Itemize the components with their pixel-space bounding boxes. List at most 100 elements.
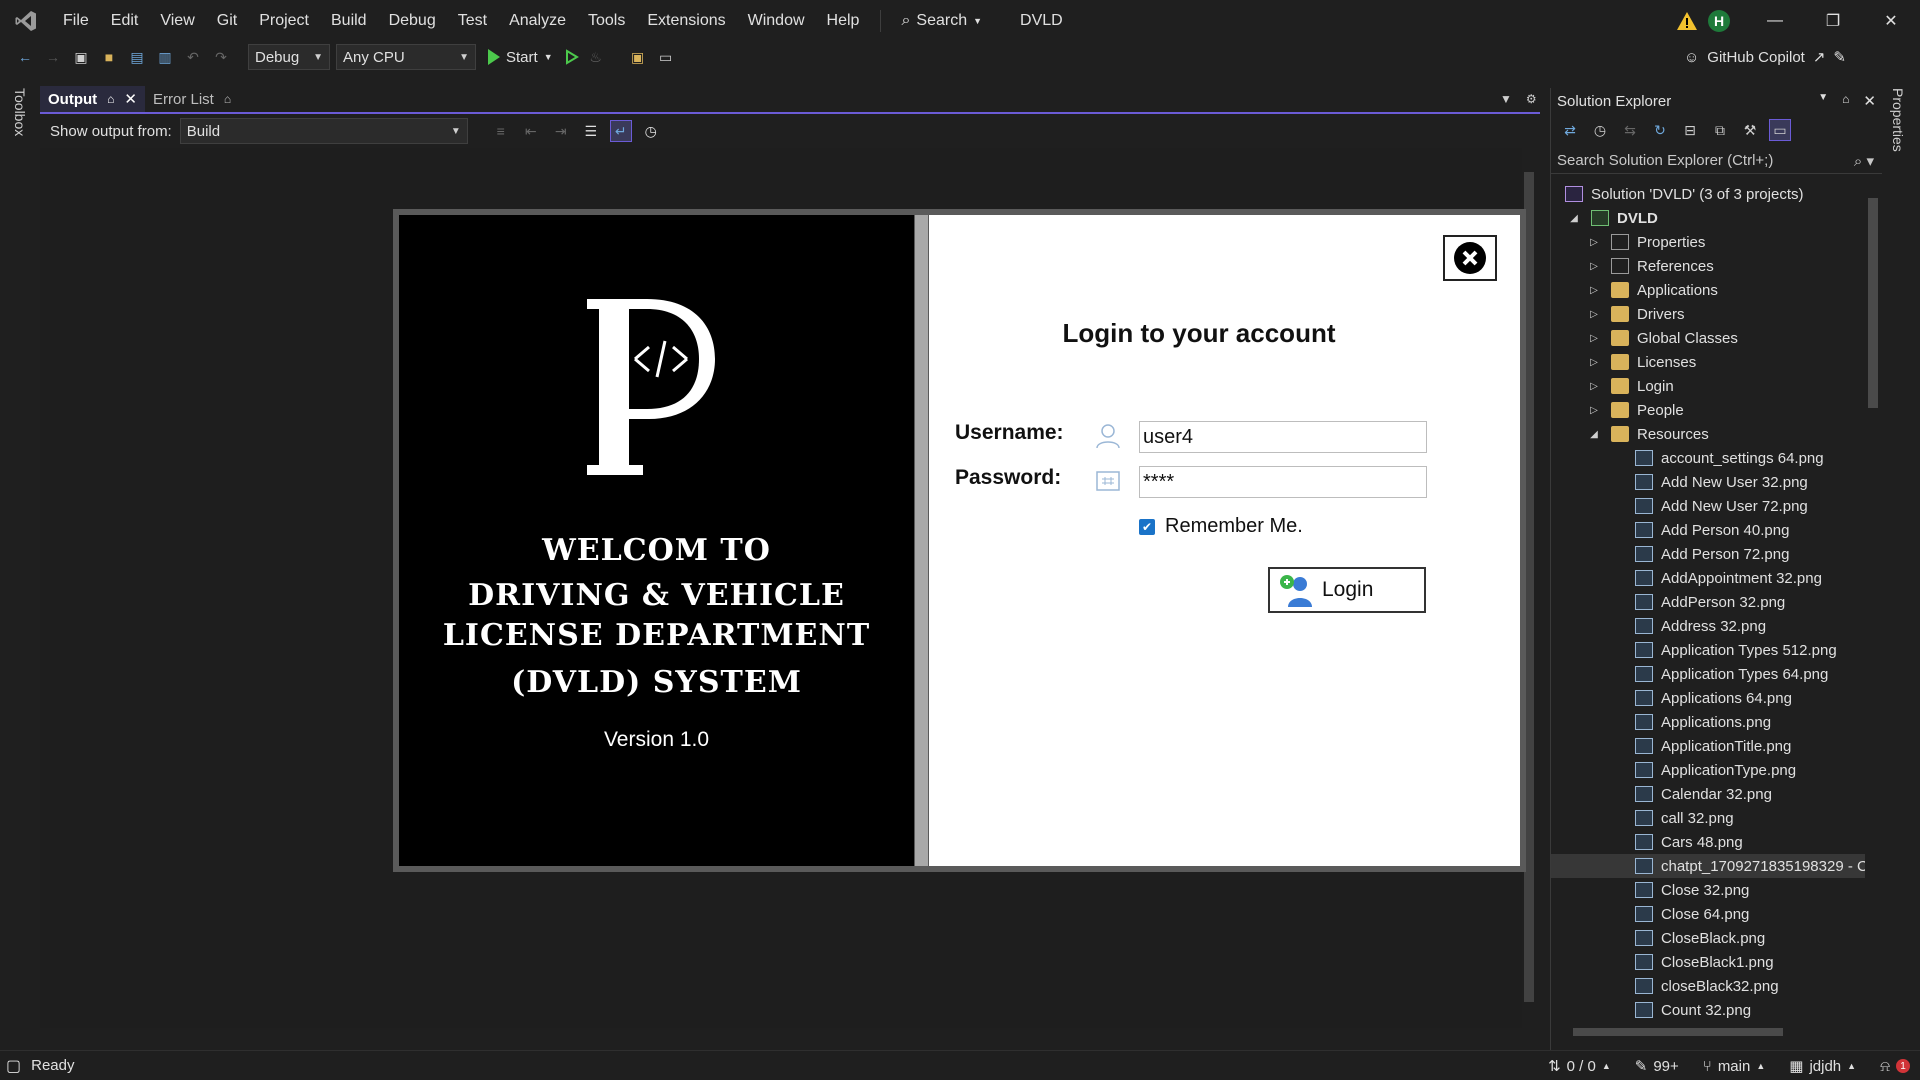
scroll-thumb[interactable] [1573, 1028, 1783, 1036]
menu-item[interactable]: Window [737, 0, 816, 42]
github-copilot-button[interactable]: ☺ GitHub Copilot ↗ ✎ [1684, 42, 1846, 72]
tree-item-project[interactable]: ◢ DVLD [1551, 206, 1865, 230]
configuration-dropdown[interactable]: Debug ▼ [248, 44, 330, 70]
chevron-down-icon[interactable]: ▼ [1500, 92, 1512, 106]
window-layout-icon[interactable]: ▭ [655, 46, 677, 68]
tree-item-folder[interactable]: ▷ Login [1551, 374, 1865, 398]
next-message-icon[interactable]: ⇥ [550, 120, 572, 142]
password-field[interactable]: **** [1139, 466, 1427, 498]
output-source-dropdown[interactable]: Build ▼ [179, 118, 468, 144]
tree-item-folder[interactable]: ▷ People [1551, 398, 1865, 422]
branch-indicator[interactable]: ⑂ main ▲ [1703, 1058, 1765, 1075]
tree-item-file[interactable]: Close 32.png [1551, 878, 1865, 902]
menu-item[interactable]: Test [447, 0, 498, 42]
pending-changes-indicator[interactable]: ✎ 99+ [1635, 1057, 1679, 1076]
collapsed-icon[interactable]: ▷ [1587, 261, 1601, 272]
minimize-button[interactable]: — [1746, 0, 1804, 42]
tree-item-folder[interactable]: ◢ Resources [1551, 422, 1865, 446]
tree-item-file[interactable]: ApplicationType.png [1551, 758, 1865, 782]
solution-vertical-scrollbar[interactable] [1865, 182, 1881, 1024]
pin-icon[interactable]: ⌂ [1842, 92, 1849, 110]
close-button[interactable] [1443, 235, 1497, 281]
feedback-icon[interactable]: ✎ [1833, 48, 1846, 66]
output-horizontal-scrollbar[interactable] [40, 1022, 1522, 1038]
menu-item[interactable]: Debug [378, 0, 447, 42]
menu-item[interactable]: Build [320, 0, 378, 42]
menu-item[interactable]: Git [206, 0, 248, 42]
tree-item-file[interactable]: Add New User 32.png [1551, 470, 1865, 494]
show-all-files-icon[interactable]: ⧉ [1709, 119, 1731, 141]
close-window-button[interactable]: ✕ [1862, 0, 1920, 42]
tree-item-file[interactable]: CloseBlack.png [1551, 926, 1865, 950]
collapsed-icon[interactable]: ▷ [1587, 381, 1601, 392]
restore-button[interactable]: ❐ [1804, 0, 1862, 42]
menu-item[interactable]: Tools [577, 0, 636, 42]
menu-item[interactable]: File [52, 0, 100, 42]
new-project-icon[interactable]: ▣ [70, 46, 92, 68]
scroll-thumb[interactable] [1868, 198, 1878, 408]
tree-item-file[interactable]: account_settings 64.png [1551, 446, 1865, 470]
solution-search-input[interactable]: Search Solution Explorer (Ctrl+;) ⌕ ▾ [1551, 148, 1882, 174]
tree-item-file[interactable]: chatpt_1709271835198329 - C [1551, 854, 1865, 878]
tree-item-file[interactable]: AddAppointment 32.png [1551, 566, 1865, 590]
find-message-icon[interactable]: ≡ [490, 120, 512, 142]
tree-item-folder[interactable]: ▷ References [1551, 254, 1865, 278]
start-without-debugging-icon[interactable] [565, 49, 579, 65]
previous-message-icon[interactable]: ⇤ [520, 120, 542, 142]
properties-tab[interactable]: Properties [1890, 88, 1906, 152]
notifications-button[interactable]: ⍾ 1 [1880, 1058, 1910, 1075]
tree-item-file[interactable]: Add Person 72.png [1551, 542, 1865, 566]
collapsed-icon[interactable]: ▷ [1587, 405, 1601, 416]
panel-splitter[interactable] [915, 215, 928, 866]
output-window-icon[interactable]: ▢ [6, 1056, 21, 1076]
redo-icon[interactable]: ↷ [210, 46, 232, 68]
tree-item-file[interactable]: Calendar 32.png [1551, 782, 1865, 806]
pin-icon[interactable]: ⌂ [224, 92, 231, 106]
collapsed-icon[interactable]: ▷ [1587, 333, 1601, 344]
timestamp-icon[interactable]: ◷ [640, 120, 662, 142]
remember-me-checkbox[interactable]: ✔ Remember Me. [1139, 515, 1303, 538]
login-button[interactable]: Login [1268, 567, 1426, 613]
menu-item[interactable]: View [149, 0, 205, 42]
tree-item-file[interactable]: Close 64.png [1551, 902, 1865, 926]
tree-item-file[interactable]: closeBlack32.png [1551, 974, 1865, 998]
tree-item-solution[interactable]: Solution 'DVLD' (3 of 3 projects) [1551, 182, 1865, 206]
save-all-icon[interactable]: ▥ [154, 46, 176, 68]
close-icon[interactable]: ✕ [1863, 92, 1876, 110]
toolbox-tab[interactable]: Toolbox [12, 88, 28, 136]
collapse-all-icon[interactable]: ⊟ [1679, 119, 1701, 141]
checkmark-icon[interactable]: ✔ [1139, 518, 1155, 535]
sync-icon[interactable]: ⇆ [1619, 119, 1641, 141]
tree-item-file[interactable]: Applications.png [1551, 710, 1865, 734]
tree-item-file[interactable]: CloseBlack1.png [1551, 950, 1865, 974]
tree-item-file[interactable]: Count 32.png [1551, 998, 1865, 1022]
pin-icon[interactable]: ⌂ [107, 92, 114, 106]
platform-dropdown[interactable]: Any CPU ▼ [336, 44, 476, 70]
username-field[interactable]: user4 [1139, 421, 1427, 453]
tree-item-file[interactable]: Add New User 72.png [1551, 494, 1865, 518]
tree-item-file[interactable]: AddPerson 32.png [1551, 590, 1865, 614]
tree-item-file[interactable]: Applications 64.png [1551, 686, 1865, 710]
tree-item-file[interactable]: Address 32.png [1551, 614, 1865, 638]
user-avatar[interactable]: H [1708, 10, 1730, 32]
menu-item[interactable]: Extensions [636, 0, 736, 42]
search-menu[interactable]: ⌕ Search ▼ [891, 12, 992, 30]
tree-item-folder[interactable]: ▷ Applications [1551, 278, 1865, 302]
save-icon[interactable]: ▤ [126, 46, 148, 68]
tree-item-folder[interactable]: ▷ Global Classes [1551, 326, 1865, 350]
history-icon[interactable]: ◷ [1589, 119, 1611, 141]
tree-item-file[interactable]: Add Person 40.png [1551, 518, 1865, 542]
solution-horizontal-scrollbar[interactable] [1557, 1024, 1867, 1040]
tree-item-file[interactable]: Cars 48.png [1551, 830, 1865, 854]
navigate-back-icon[interactable]: ← [14, 46, 36, 68]
word-wrap-icon[interactable]: ↵ [609, 120, 632, 142]
share-icon[interactable]: ↗ [1813, 48, 1826, 66]
tab-error-list[interactable]: Error List ⌂ [145, 86, 239, 112]
menu-item[interactable]: Help [816, 0, 871, 42]
close-icon[interactable]: ✕ [124, 90, 137, 108]
tree-item-folder[interactable]: ▷ Licenses [1551, 350, 1865, 374]
collapsed-icon[interactable]: ▷ [1587, 285, 1601, 296]
switch-views-icon[interactable]: ⇄ [1559, 119, 1581, 141]
preview-icon[interactable]: ▭ [1769, 119, 1791, 141]
gear-icon[interactable]: ⚙ [1526, 92, 1537, 106]
